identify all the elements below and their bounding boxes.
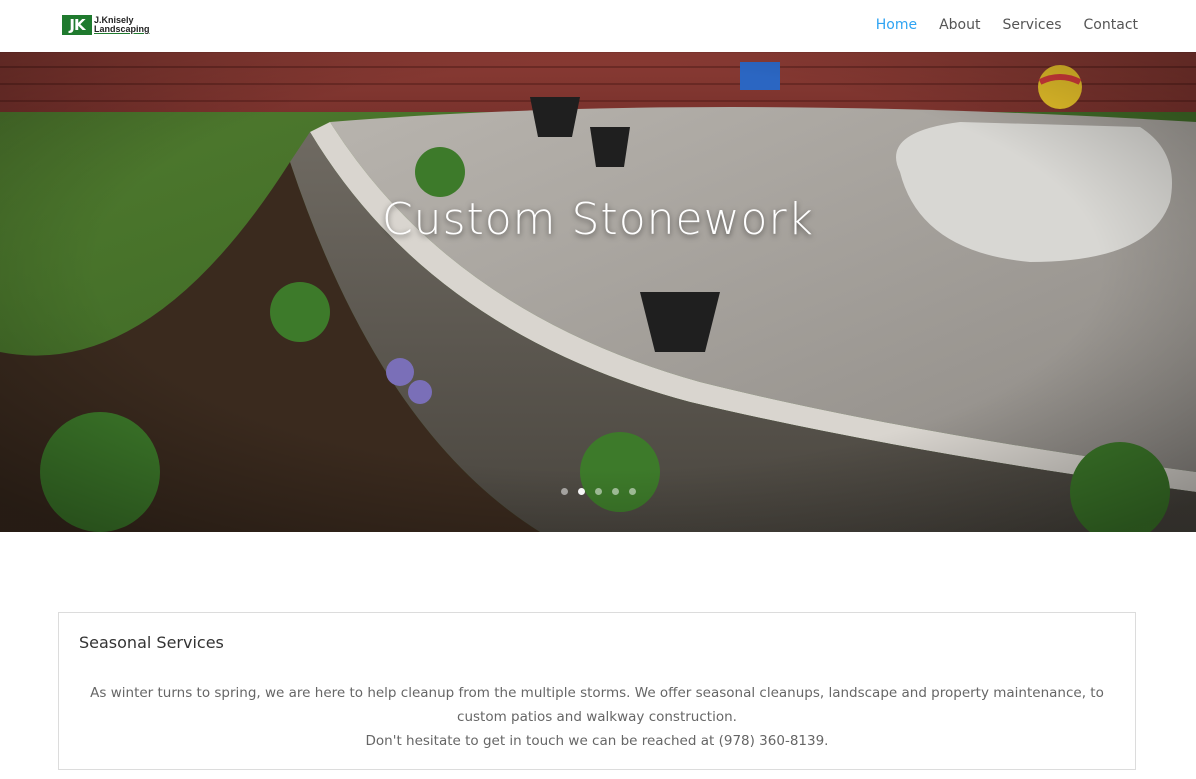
hero-title: Custom Stonework	[381, 194, 815, 245]
slider-dot-4[interactable]	[611, 488, 619, 495]
nav-contact[interactable]: Contact	[1084, 17, 1138, 33]
slider-dot-5[interactable]	[628, 488, 636, 495]
logo-text: J.Knisely Landscaping	[94, 16, 150, 34]
card-paragraph-1: As winter turns to spring, we are here t…	[90, 685, 1104, 725]
card-title: Seasonal Services	[79, 633, 224, 652]
slider-dot-2[interactable]	[577, 488, 585, 495]
site-header: JK J.Knisely Landscaping Home About Serv…	[0, 0, 1196, 52]
main-nav: Home About Services Contact	[876, 17, 1138, 33]
slider-dot-3[interactable]	[594, 488, 602, 495]
hero-slider[interactable]: Custom Stonework	[0, 52, 1196, 532]
seasonal-services-card: Seasonal Services As winter turns to spr…	[58, 612, 1136, 770]
hero-background-image	[0, 52, 1196, 532]
card-body: As winter turns to spring, we are here t…	[79, 681, 1115, 753]
nav-about[interactable]: About	[939, 17, 980, 33]
slider-pagination	[0, 488, 1196, 495]
site-logo[interactable]: JK J.Knisely Landscaping	[62, 15, 150, 35]
logo-line2: Landscaping	[94, 24, 150, 34]
logo-mark: JK	[62, 15, 92, 35]
card-paragraph-2: Don't hesitate to get in touch we can be…	[365, 733, 829, 749]
nav-home[interactable]: Home	[876, 17, 917, 33]
slider-dot-1[interactable]	[560, 488, 568, 495]
nav-services[interactable]: Services	[1002, 17, 1061, 33]
